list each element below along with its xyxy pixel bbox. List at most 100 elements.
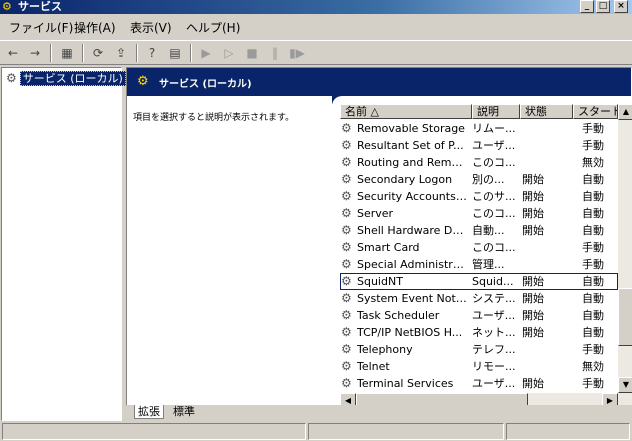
service-gear-icon: ⚙	[341, 121, 352, 135]
stop-service-icon[interactable]: ■	[243, 44, 261, 62]
restore-button[interactable]: □	[596, 0, 610, 13]
service-gear-icon: ⚙	[341, 172, 352, 186]
close-button[interactable]: ×	[614, 0, 628, 13]
service-startup-type: 自動	[582, 173, 604, 186]
service-startup-type: 自動	[582, 275, 604, 288]
start-service-icon[interactable]: ▶	[197, 44, 215, 62]
service-description: ユーザ...	[472, 139, 516, 152]
service-gear-icon: ⚙	[341, 359, 352, 373]
show-hide-tree-icon[interactable]: ▦	[58, 44, 76, 62]
service-name: Task Scheduler	[357, 309, 440, 322]
list-item[interactable]: ⚙ Security Accounts ... このサ... 開始 自動	[340, 188, 618, 205]
back-icon[interactable]: ←	[4, 44, 22, 62]
service-startup-type: 無効	[582, 156, 604, 169]
service-description: リモー...	[472, 360, 516, 373]
service-gear-icon: ⚙	[341, 206, 352, 220]
service-status: 開始	[522, 326, 544, 339]
service-description: ユーザ...	[472, 377, 516, 390]
service-gear-icon: ⚙	[341, 376, 352, 390]
service-name: Telephony	[357, 343, 413, 356]
list-item[interactable]: ⚙ Task Scheduler ユーザ... 開始 自動	[340, 307, 618, 324]
minimize-button[interactable]: _	[580, 0, 594, 13]
status-cell-right	[506, 423, 630, 440]
list-item[interactable]: ⚙ Resultant Set of P... ユーザ... 手動	[340, 137, 618, 154]
list-item[interactable]: ⚙ SquidNT Squid... 開始 自動	[340, 273, 618, 290]
list-item[interactable]: ⚙ TCP/IP NetBIOS H... ネット... 開始 自動	[340, 324, 618, 341]
service-startup-type: 自動	[582, 207, 604, 220]
list-item[interactable]: ⚙ Routing and Remot... このコ... 無効	[340, 154, 618, 171]
start-alt-icon[interactable]: ▷	[220, 44, 238, 62]
status-bar	[0, 421, 632, 441]
pause-service-icon[interactable]: ‖	[266, 44, 284, 62]
service-description: このサ...	[472, 190, 516, 203]
service-description: 自動...	[472, 224, 505, 237]
service-startup-type: 自動	[582, 224, 604, 237]
column-header-description[interactable]: 説明	[472, 104, 520, 119]
list-item[interactable]: ⚙ Shell Hardware Det... 自動... 開始 自動	[340, 222, 618, 239]
refresh-icon[interactable]: ⟳	[89, 44, 107, 62]
service-name: Removable Storage	[357, 122, 465, 135]
banner-title: サービス (ローカル)	[159, 79, 252, 90]
service-startup-type: 自動	[582, 190, 604, 203]
service-startup-type: 手動	[582, 241, 604, 254]
menu-view[interactable]: 表示(V)	[130, 20, 172, 36]
service-description: ネット...	[472, 326, 516, 339]
toolbar-separator	[190, 44, 192, 62]
pane-banner: ⚙ サービス (ローカル)	[127, 68, 631, 96]
column-header-status[interactable]: 状態	[520, 104, 573, 119]
tab-extended[interactable]: 拡張	[134, 405, 164, 419]
service-name: System Event Notif...	[357, 292, 467, 305]
vertical-scroll-thumb[interactable]	[618, 288, 632, 346]
list-item[interactable]: ⚙ Telnet リモー... 無効	[340, 358, 618, 375]
status-cell-middle	[308, 423, 504, 440]
service-name: Routing and Remot...	[357, 156, 467, 169]
service-gear-icon: ⚙	[341, 223, 352, 237]
list-rows: ⚙ Removable Storage リムー... 手動 ⚙ Resultant Set…	[340, 120, 618, 400]
column-header-name[interactable]: 名前 △	[340, 104, 472, 119]
properties-icon[interactable]: ▤	[166, 44, 184, 62]
restart-service-icon[interactable]: ▮▶	[288, 44, 306, 62]
list-item[interactable]: ⚙ Smart Card このコ... 手動	[340, 239, 618, 256]
service-startup-type: 手動	[582, 377, 604, 390]
menu-file[interactable]: ファイル(F)	[9, 20, 73, 36]
service-gear-icon: ⚙	[341, 257, 352, 271]
toolbar-separator	[136, 44, 138, 62]
tree-item-services-local[interactable]: ⚙ サービス (ローカル)	[6, 71, 126, 86]
view-tabs: 拡張 標準	[126, 405, 632, 421]
service-status: 開始	[522, 224, 544, 237]
service-description: このコ...	[472, 207, 516, 220]
service-description: システ...	[472, 292, 516, 305]
service-name: Resultant Set of P...	[357, 139, 464, 152]
column-header-startup[interactable]: スタートアップ	[573, 104, 618, 119]
list-item[interactable]: ⚙ Removable Storage リムー... 手動	[340, 120, 618, 137]
menu-help[interactable]: ヘルプ(H)	[186, 20, 240, 36]
service-description: 別の...	[472, 173, 505, 186]
service-name: Terminal Services	[357, 377, 454, 390]
service-gear-icon: ⚙	[341, 325, 352, 339]
list-item[interactable]: ⚙ Secondary Logon 別の... 開始 自動	[340, 171, 618, 188]
service-description: ユーザ...	[472, 309, 516, 322]
list-item[interactable]: ⚙ Special Administrat... 管理... 手動	[340, 256, 618, 273]
export-list-icon[interactable]: ⇪	[112, 44, 130, 62]
help-icon[interactable]: ?	[143, 44, 161, 62]
service-gear-icon: ⚙	[341, 342, 352, 356]
service-status: 開始	[522, 377, 544, 390]
service-name: Security Accounts ...	[357, 190, 467, 203]
menu-action[interactable]: 操作(A)	[74, 20, 116, 36]
tab-standard[interactable]: 標準	[170, 405, 198, 419]
list-item[interactable]: ⚙ Terminal Services ユーザ... 開始 手動	[340, 375, 618, 392]
service-description: 管理...	[472, 258, 505, 271]
service-description: このコ...	[472, 156, 516, 169]
list-item[interactable]: ⚙ System Event Notif... システ... 開始 自動	[340, 290, 618, 307]
list-item[interactable]: ⚙ Telephony テレフ... 手動	[340, 341, 618, 358]
list-item[interactable]: ⚙ Server このコ... 開始 自動	[340, 205, 618, 222]
scroll-up-button[interactable]: ▲	[618, 104, 632, 120]
service-name: SquidNT	[357, 275, 403, 288]
service-startup-type: 自動	[582, 292, 604, 305]
scroll-down-button[interactable]: ▼	[618, 377, 632, 393]
service-status: 開始	[522, 275, 544, 288]
forward-icon[interactable]: →	[26, 44, 44, 62]
service-startup-type: 手動	[582, 122, 604, 135]
vertical-scrollbar[interactable]: ▲ ▼	[618, 104, 632, 393]
service-name: Shell Hardware Det...	[357, 224, 467, 237]
